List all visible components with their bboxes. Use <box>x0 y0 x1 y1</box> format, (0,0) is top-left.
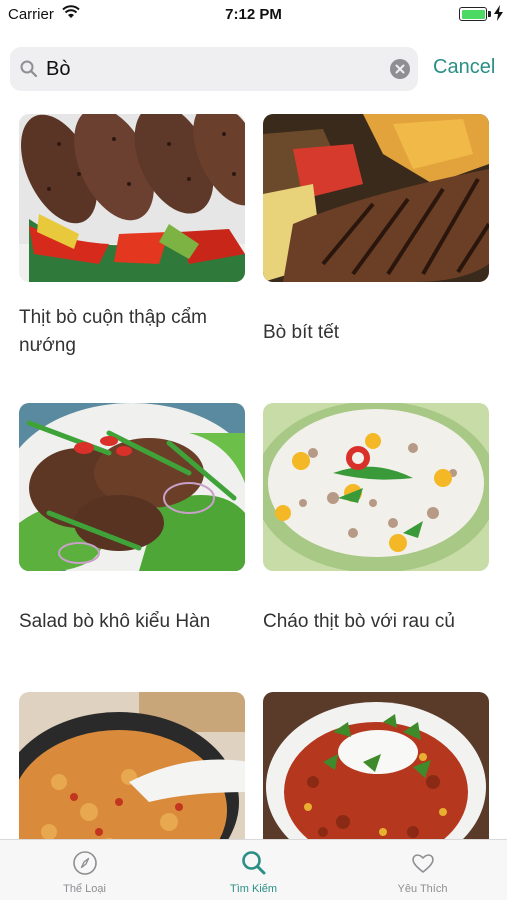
recipe-card[interactable]: Bò bít tết <box>263 114 489 343</box>
beef-chili-image <box>263 692 489 839</box>
compass-icon <box>73 851 97 875</box>
recipe-card[interactable]: Cháo thịt bò với rau củ <box>263 403 489 632</box>
tab-search[interactable]: Tìm Kiếm <box>169 840 338 900</box>
steak-image <box>263 114 489 282</box>
clock: 7:12 PM <box>225 6 282 23</box>
recipe-title: Salad bò khô kiểu Hàn <box>19 611 211 632</box>
recipe-card[interactable] <box>19 692 245 839</box>
search-icon <box>242 851 266 875</box>
search-box[interactable] <box>10 47 418 91</box>
recipe-title: Cháo thịt bò với rau củ <box>263 611 456 632</box>
recipe-card[interactable]: Thịt bò cuộn thập cẩm nướng <box>19 114 245 356</box>
search-icon <box>20 60 38 78</box>
recipe-card[interactable] <box>263 692 489 839</box>
recipe-card[interactable]: Salad bò khô kiểu Hàn <box>19 403 245 632</box>
tab-bar: Thể Loại Tìm Kiếm Yêu Thích <box>0 839 507 900</box>
charging-bolt-icon <box>494 5 503 21</box>
clear-search-icon[interactable] <box>390 59 410 79</box>
tab-label: Yêu Thích <box>397 883 448 895</box>
tab-favorites[interactable]: Yêu Thích <box>338 840 507 900</box>
results-grid: Thịt bò cuộn thập cẩm nướng Bò bít tết S… <box>0 114 507 839</box>
status-bar: Carrier 7:12 PM <box>0 0 507 30</box>
cancel-button[interactable]: Cancel <box>433 56 495 79</box>
heart-icon <box>412 854 434 873</box>
recipe-title: Bò bít tết <box>263 322 340 343</box>
battery-icon <box>459 7 487 21</box>
search-row: Cancel <box>10 47 500 91</box>
rice-skillet-image <box>19 692 245 839</box>
tab-label: Thể Loại <box>63 883 106 895</box>
beef-congee-image <box>263 403 489 571</box>
beef-rolls-image <box>19 114 245 282</box>
recipe-title: Thịt bò cuộn thập cẩm nướng <box>19 307 207 356</box>
beef-salad-image <box>19 403 245 571</box>
tab-label: Tìm Kiếm <box>229 883 278 895</box>
tab-categories[interactable]: Thể Loại <box>0 840 169 900</box>
search-input[interactable] <box>46 51 376 87</box>
